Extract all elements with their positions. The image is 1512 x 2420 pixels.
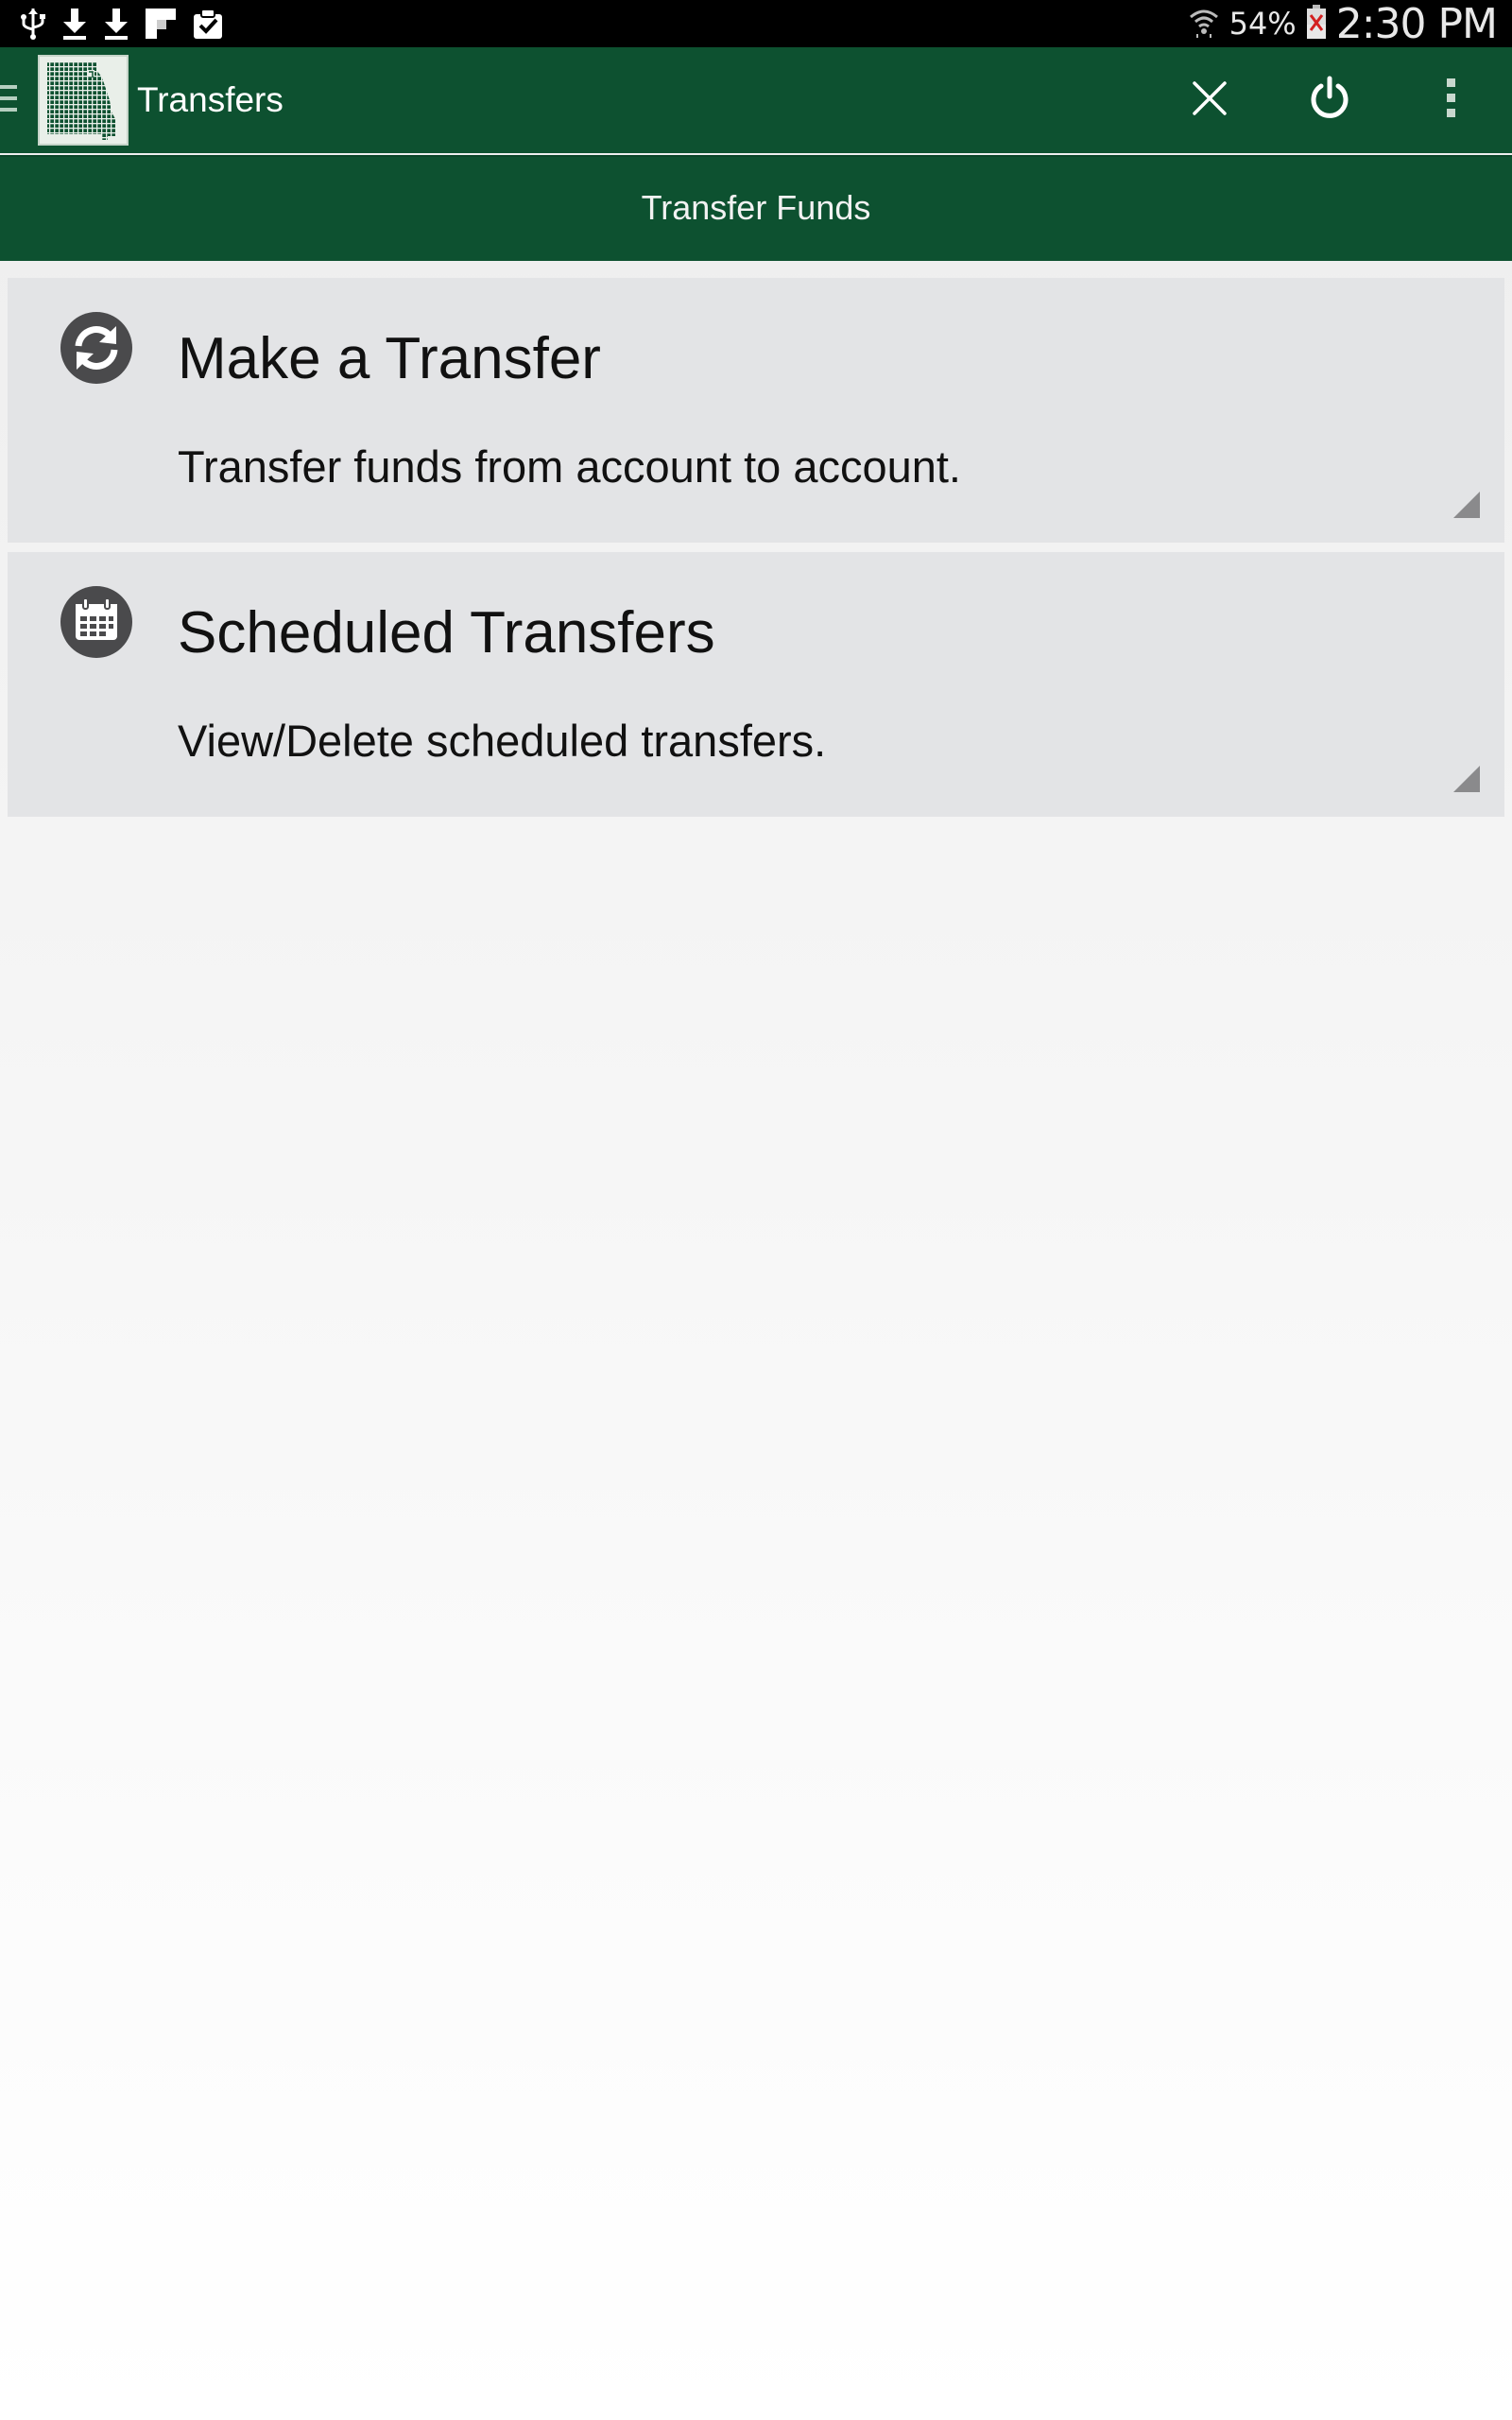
card-title: Scheduled Transfers — [178, 600, 715, 666]
clock: 2:30 PM — [1335, 0, 1498, 48]
close-button[interactable] — [1172, 62, 1247, 138]
logout-button[interactable] — [1292, 62, 1367, 138]
section-title: Transfer Funds — [641, 188, 871, 227]
usb-icon — [19, 7, 47, 41]
status-indicators: 54% 2:30 PM — [1188, 0, 1498, 48]
corner-arrow-icon — [1453, 492, 1480, 518]
battery-percent: 54% — [1228, 6, 1297, 42]
close-icon — [1191, 79, 1228, 122]
make-transfer-card[interactable]: Make a Transfer Transfer funds from acco… — [8, 278, 1504, 543]
card-description: View/Delete scheduled transfers. — [178, 716, 827, 766]
card-description: Transfer funds from account to account. — [178, 441, 961, 492]
calendar-icon — [60, 585, 133, 659]
section-header: Transfer Funds — [0, 155, 1512, 261]
corner-arrow-icon — [1453, 766, 1480, 792]
power-icon — [1307, 76, 1352, 126]
notification-icons — [19, 0, 225, 47]
navigation-drawer-icon[interactable] — [0, 85, 17, 115]
card-title: Make a Transfer — [178, 326, 601, 391]
status-bar: 54% 2:30 PM — [0, 0, 1512, 48]
wifi-icon — [1188, 6, 1220, 43]
screen-title: Transfers — [137, 80, 284, 119]
action-bar: Transfers — [0, 47, 1512, 153]
download-icon — [60, 7, 89, 41]
scheduled-transfers-card[interactable]: Scheduled Transfers View/Delete schedule… — [8, 552, 1504, 817]
overflow-menu-icon — [1444, 78, 1457, 124]
download-icon — [102, 7, 130, 41]
missouri-state-logo[interactable] — [38, 55, 129, 146]
clipboard-check-icon — [191, 7, 225, 41]
refresh-icon — [60, 311, 133, 385]
battery-icon — [1306, 4, 1327, 44]
flipboard-icon — [144, 7, 178, 41]
overflow-menu-button[interactable] — [1413, 62, 1488, 138]
